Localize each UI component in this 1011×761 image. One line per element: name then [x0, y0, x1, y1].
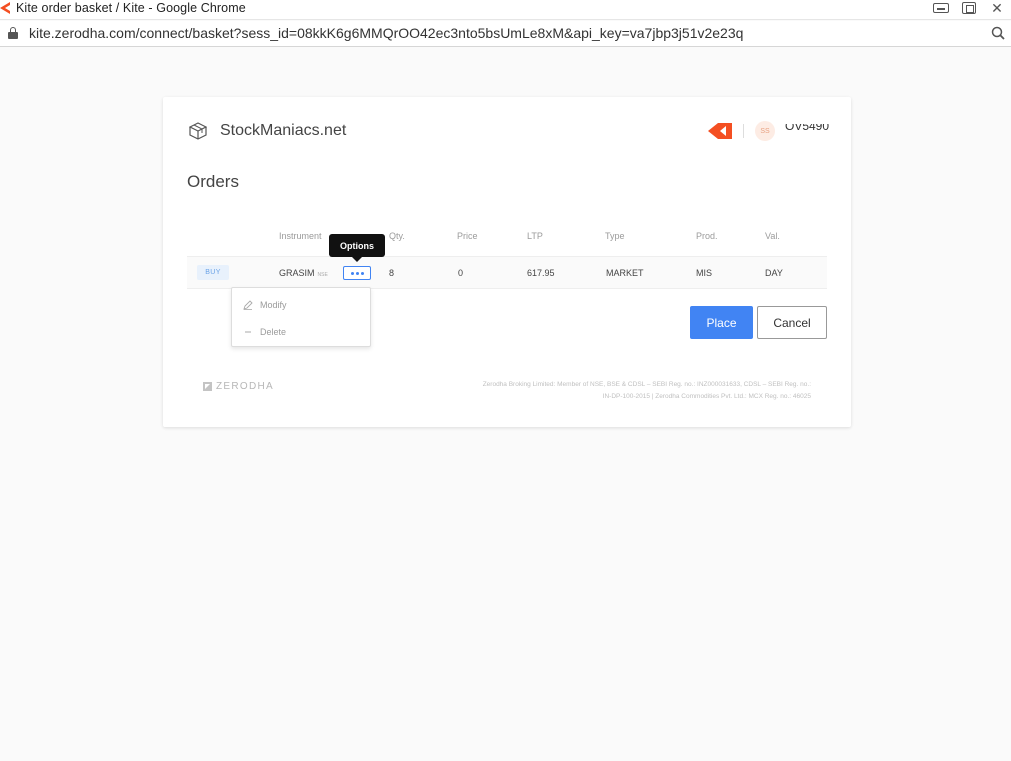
menu-item-delete[interactable]: Delete [243, 325, 286, 339]
avatar[interactable]: SS [755, 121, 775, 141]
options-menu: Modify Delete [231, 287, 371, 347]
cancel-button[interactable]: Cancel [757, 306, 827, 339]
options-button[interactable] [343, 266, 371, 280]
basket-card: StockManiacs.net SS OV5490 Orders Instru… [163, 97, 851, 427]
buy-badge: BUY [197, 265, 229, 280]
instrument-cell: GRASIM NSE [279, 268, 328, 278]
exchange-label: NSE [317, 272, 328, 278]
footer-line-2: IN-DP-100-2015 | Zerodha Commodities Pvt… [602, 393, 811, 400]
kite-logo-icon [708, 123, 732, 139]
window-title: Kite order basket / Kite - Google Chrome [16, 1, 246, 15]
column-header-instrument: Instrument [279, 231, 322, 241]
minus-icon [243, 327, 253, 337]
qty-cell: 8 [389, 268, 395, 278]
url-text[interactable]: kite.zerodha.com/connect/basket?sess_id=… [29, 25, 743, 41]
menu-item-modify-label: Modify [260, 300, 287, 310]
minimize-button[interactable] [927, 0, 955, 16]
table-row[interactable]: BUY GRASIM NSE 8 0 617.95 MARKET MIS DAY [187, 256, 827, 289]
zerodha-logo: ZERODHA [203, 381, 274, 392]
column-header-prod: Prod. [696, 231, 718, 241]
menu-item-modify[interactable]: Modify [243, 298, 287, 312]
maximize-button[interactable] [955, 0, 983, 16]
footer-line-1: Zerodha Broking Limited: Member of NSE, … [482, 381, 811, 388]
column-header-val: Val. [765, 231, 780, 241]
address-bar[interactable]: kite.zerodha.com/connect/basket?sess_id=… [0, 21, 1011, 47]
instrument-name: GRASIM [279, 268, 315, 278]
zoom-icon[interactable] [991, 26, 1005, 40]
app-brand: StockManiacs.net [189, 122, 346, 140]
restore-icon [962, 2, 976, 14]
options-tooltip: Options [329, 234, 385, 262]
pencil-icon [243, 300, 253, 310]
type-cell: MARKET [606, 268, 644, 278]
cube-icon [189, 122, 207, 140]
menu-item-delete-label: Delete [260, 327, 287, 337]
column-header-price: Price [457, 231, 478, 241]
options-dot-icon [355, 271, 359, 275]
window-title-bar: Kite order basket / Kite - Google Chrome… [0, 0, 1011, 20]
header-divider [743, 124, 744, 138]
val-cell: DAY [765, 268, 783, 278]
minimize-icon [933, 3, 949, 13]
close-window-button[interactable]: ✕ [983, 0, 1011, 16]
ltp-cell: 617.95 [527, 268, 555, 278]
column-header-ltp: LTP [527, 231, 543, 241]
close-icon: ✕ [991, 0, 1003, 16]
options-dot-icon [350, 271, 354, 275]
lock-icon[interactable] [8, 27, 18, 39]
app-name: StockManiacs.net [220, 122, 347, 139]
column-header-qty: Qty. [389, 231, 405, 241]
user-id[interactable]: OV5490 [785, 124, 829, 132]
window-controls: ✕ [927, 0, 1011, 16]
zerodha-logo-icon [203, 382, 212, 391]
kite-favicon-icon [0, 2, 10, 14]
footer-disclaimer: Zerodha Broking Limited: Member of NSE, … [391, 379, 811, 403]
place-button[interactable]: Place [690, 306, 753, 339]
page-title: Orders [187, 172, 239, 191]
price-cell: 0 [458, 268, 464, 278]
prod-cell: MIS [696, 268, 713, 278]
options-dot-icon [360, 271, 364, 275]
zerodha-brand-text: ZERODHA [216, 381, 274, 392]
column-header-type: Type [605, 231, 625, 241]
